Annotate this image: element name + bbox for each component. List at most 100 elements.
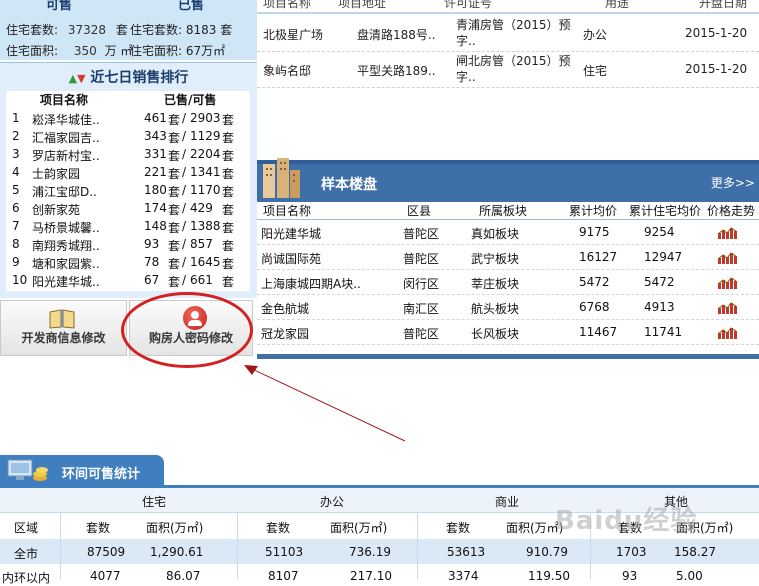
ranking-row[interactable]: 3 罗店新村宝.. 331 套 2204 套 / (6, 146, 250, 164)
ranking-row[interactable]: 10 阳光建华城.. 67 套 661 套 / (6, 272, 250, 290)
col-permit: 许可证号 (444, 0, 493, 10)
project-name[interactable]: 浦江宝邸D.. (32, 183, 97, 200)
unit: 套 (168, 149, 181, 163)
divider (417, 512, 418, 579)
permit-table-header: 项目名称 项目地址 许可证号 用途 开盘日期 (257, 0, 759, 14)
project-name[interactable]: 罗店新村宝.. (32, 147, 100, 164)
permit-row[interactable]: 象屿名邸 平型关路189.. 闸北房管（2015）预字.. 住宅 2015-1-… (257, 52, 759, 88)
value: 119.50 (528, 569, 570, 583)
block: 莘庄板块 (471, 277, 520, 291)
col-address: 项目地址 (338, 0, 387, 10)
buildings-icon (263, 158, 300, 198)
project-name[interactable]: 阳光建华城 (261, 225, 321, 242)
more-link[interactable]: 更多>> (711, 174, 755, 191)
unit: 套 (168, 221, 181, 235)
ranking-list: 项目名称 已售/可售 1 崧泽华城佳.. 461 套 2903 套/2 汇福家园吉.. 343… (6, 91, 250, 291)
developer-info-edit-button[interactable]: 开发商信息修改 (0, 300, 127, 356)
project-name[interactable]: 崧泽华城佳.. (32, 111, 100, 128)
for-sale-header: 可售 (46, 0, 73, 13)
project-name[interactable]: 塘和家园紫.. (32, 255, 100, 272)
value: 5.00 (676, 569, 703, 583)
res-avg-price: 4913 (644, 300, 675, 314)
ranking-row[interactable]: 4 士韵家园 221 套 1341 套 / (6, 164, 250, 182)
rank-number: 3 (12, 147, 20, 161)
district: 普陀区 (403, 327, 440, 341)
total-count: 1129 (190, 129, 221, 143)
rank-number: 10 (12, 273, 28, 287)
project-name[interactable]: 创新家苑 (32, 201, 80, 218)
project-name[interactable]: 上海康城四期A块.. (261, 275, 361, 292)
sample-row[interactable]: 冠龙家园 普陀区 长风板块 11467 11741 (257, 320, 759, 345)
annotation-arrow (244, 365, 406, 442)
rank-number: 2 (12, 129, 20, 143)
project-name[interactable]: 汇福家园吉.. (32, 129, 100, 146)
avg-price: 16127 (579, 250, 618, 264)
sold-count: 148 (144, 219, 167, 233)
col-sets: 套数 (86, 521, 111, 535)
project-name[interactable]: 象屿名邸 (263, 62, 311, 79)
permit-row[interactable]: 北极星广场 盘清路188号.. 青浦房管（2015）预字.. 办公 2015-1… (257, 16, 759, 52)
sample-bottom-bar (257, 354, 759, 359)
sold-count: 180 (144, 183, 167, 197)
project-name[interactable]: 马桥景城馨.. (32, 219, 100, 236)
for-sale-units-row: 住宅套数: 37328 套 (6, 21, 128, 38)
total-count: 2204 (190, 147, 221, 161)
project-name[interactable]: 南翔秀城翔.. (32, 237, 100, 254)
price-trend-icon[interactable] (717, 326, 737, 339)
project-name[interactable]: 冠龙家园 (261, 325, 309, 342)
block: 真如板块 (471, 227, 520, 241)
price-trend-icon[interactable] (717, 251, 737, 264)
region: 全市 (14, 547, 39, 561)
sample-row[interactable]: 金色航城 南汇区 航头板块 6768 4913 (257, 295, 759, 320)
project-name[interactable]: 尚诚国际苑 (261, 250, 321, 267)
rank-number: 1 (12, 111, 20, 125)
project-name[interactable]: 士韵家园 (32, 165, 80, 182)
district: 普陀区 (403, 252, 440, 266)
sample-row[interactable]: 阳光建华城 普陀区 真如板块 9175 9254 (257, 220, 759, 245)
group-commercial: 商业 (495, 495, 520, 509)
ranking-row[interactable]: 8 南翔秀城翔.. 93 套 857 套 / (6, 236, 250, 254)
col-district: 区县 (407, 204, 432, 218)
unit: 套 (168, 257, 181, 271)
ranking-row[interactable]: 1 崧泽华城佳.. 461 套 2903 套 / (6, 110, 250, 128)
unit: 套 (168, 167, 181, 181)
project-address: 平型关路189.. (357, 64, 436, 78)
value: 37328 (67, 23, 107, 37)
sold-count: 221 (144, 165, 167, 179)
sample-row[interactable]: 尚诚国际苑 普陀区 武宁板块 16127 12947 (257, 245, 759, 270)
separator: / (182, 273, 187, 287)
col-project-name: 项目名称 (263, 204, 312, 218)
ranking-row[interactable]: 9 塘和家园紫.. 78 套 1645 套 / (6, 254, 250, 272)
avg-price: 9175 (579, 225, 610, 239)
ranking-title: ▲▼ 近七日销售排行 (0, 67, 257, 89)
ranking-row[interactable]: 6 创新家苑 174 套 429 套 / (6, 200, 250, 218)
res-avg-price: 12947 (644, 250, 683, 264)
value: 736.19 (349, 545, 391, 559)
ranking-row[interactable]: 5 浦江宝邸D.. 180 套 1170 套 / (6, 182, 250, 200)
project-name[interactable]: 北极星广场 (263, 26, 323, 43)
project-name[interactable]: 阳光建华城.. (32, 273, 100, 290)
project-address: 盘清路188号.. (357, 28, 436, 42)
district: 闵行区 (403, 277, 440, 291)
ranking-row[interactable]: 2 汇福家园吉.. 343 套 1129 套 / (6, 128, 250, 146)
group-office: 办公 (320, 495, 345, 509)
total-count: 2903 (190, 111, 221, 125)
sold-count: 78 (144, 255, 160, 269)
unit: 万 ㎡ (104, 44, 133, 58)
price-trend-icon[interactable] (717, 226, 737, 239)
ring-stats-tab-label[interactable]: 环间可售统计 (0, 455, 164, 485)
avg-price: 11467 (579, 325, 618, 339)
price-trend-icon[interactable] (717, 301, 737, 314)
rank-number: 9 (12, 255, 20, 269)
price-trend-icon[interactable] (717, 276, 737, 289)
separator: / (182, 111, 187, 125)
rank-number: 6 (12, 201, 20, 215)
value: 158.27 (674, 545, 716, 559)
separator: / (182, 255, 187, 269)
project-name[interactable]: 金色航城 (261, 300, 309, 317)
watermark-logo: Baidu经验 (555, 506, 698, 536)
ranking-row[interactable]: 7 马桥景城馨.. 148 套 1388 套 / (6, 218, 250, 236)
block: 武宁板块 (471, 252, 520, 266)
sample-row[interactable]: 上海康城四期A块.. 闵行区 莘庄板块 5472 5472 (257, 270, 759, 295)
unit: 套 (168, 185, 181, 199)
